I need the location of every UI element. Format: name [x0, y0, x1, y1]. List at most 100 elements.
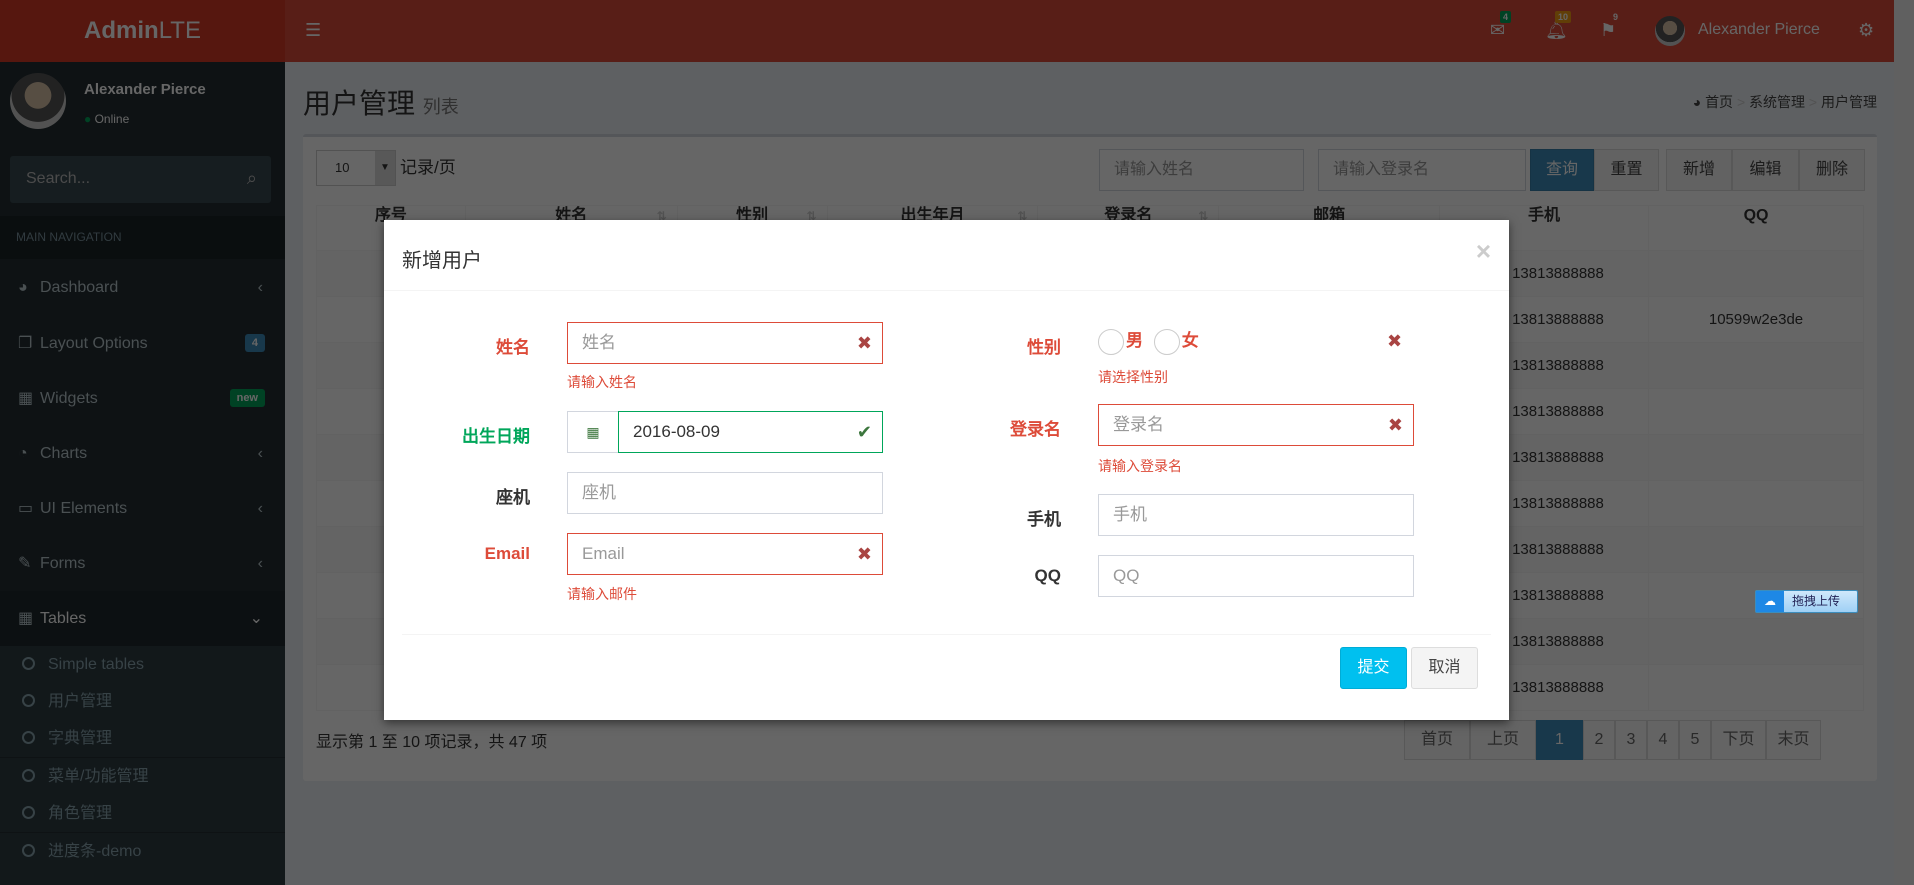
logo[interactable]: AdminLTE: [0, 0, 285, 62]
male-label[interactable]: 男: [1126, 331, 1143, 350]
placeholder: Email: [582, 544, 625, 563]
top-navbar: AdminLTE ☰ ✉ 4 🔔︎ 10 ⚑ 9 Alexander Pierce ⚙: [0, 0, 1894, 62]
breadcrumb: ◕ 首页 > 系统管理 > 用户管理: [1692, 94, 1877, 110]
nav-label: Widgets: [40, 390, 98, 407]
submit-button[interactable]: 提交: [1340, 647, 1407, 689]
subnav-menu-management[interactable]: 菜单/功能管理: [0, 758, 285, 795]
page-link[interactable]: 上页: [1470, 720, 1536, 760]
subnav-label: 菜单/功能管理: [48, 768, 149, 785]
page-size-select[interactable]: 10 ▼: [316, 150, 396, 186]
chevron-left-icon: ‹: [257, 279, 263, 296]
scrollbar[interactable]: [1894, 0, 1914, 885]
breadcrumb-system[interactable]: 系统管理: [1749, 94, 1805, 110]
user-avatar[interactable]: [1655, 16, 1685, 46]
email-error: 请输入邮件: [567, 586, 637, 602]
male-radio[interactable]: [1098, 328, 1124, 355]
female-label[interactable]: 女: [1182, 331, 1199, 350]
bell-icon[interactable]: 🔔︎ 10: [1545, 11, 1572, 41]
birth-date-input[interactable]: 2016-08-09 ✔: [618, 411, 883, 453]
email-input[interactable]: Email ✖: [567, 533, 883, 575]
mobile-label: 手机: [1027, 510, 1061, 529]
page-link[interactable]: 2: [1583, 720, 1615, 760]
drag-upload-widget[interactable]: ☁ 拖拽上传: [1755, 590, 1858, 613]
cloud-upload-icon: ☁: [1756, 591, 1784, 612]
subnav-progress-demo[interactable]: 进度条-demo: [0, 833, 285, 885]
page-link[interactable]: 下页: [1711, 720, 1766, 760]
circle-icon: [22, 844, 35, 857]
files-icon: ❐: [18, 335, 33, 352]
nav-ui-elements[interactable]: ▭ UI Elements ‹: [0, 481, 285, 536]
status-text: Online: [94, 112, 130, 126]
gender-radio-group: 男 女: [1098, 326, 1199, 355]
login-input[interactable]: 登录名 ✖: [1098, 404, 1414, 446]
page-size-label: 记录/页: [400, 158, 456, 177]
tel-input[interactable]: 座机: [567, 472, 883, 514]
nav-forms[interactable]: ✎ Forms ‹: [0, 536, 285, 591]
page-link[interactable]: 末页: [1766, 720, 1821, 760]
flag-icon[interactable]: ⚑ 9: [1600, 11, 1622, 41]
sidebar-search[interactable]: Search... ⌕: [10, 156, 271, 203]
name-label: 姓名: [496, 338, 530, 357]
close-icon[interactable]: ×: [1476, 236, 1491, 267]
cancel-button[interactable]: 取消: [1411, 647, 1478, 689]
nav-label: Dashboard: [40, 279, 119, 296]
page-link[interactable]: 3: [1615, 720, 1647, 760]
check-icon: ✔: [856, 422, 872, 442]
reset-button[interactable]: 重置: [1594, 149, 1659, 191]
login-search-input[interactable]: 请输入登录名: [1318, 149, 1526, 191]
gender-label: 性别: [1027, 338, 1061, 357]
delete-button[interactable]: 删除: [1799, 149, 1865, 191]
birth-label: 出生日期: [462, 427, 530, 446]
name-search-input[interactable]: 请输入姓名: [1099, 149, 1304, 191]
breadcrumb-current: 用户管理: [1821, 94, 1877, 110]
qq-label: QQ: [1034, 566, 1061, 585]
gears-icon[interactable]: ⚙: [1858, 20, 1874, 41]
table-cell: [1648, 434, 1864, 481]
placeholder: 登录名: [1113, 415, 1164, 434]
user-status: ● Online: [84, 112, 129, 126]
search-input[interactable]: Search...: [26, 170, 90, 188]
nav-widgets[interactable]: ▦ Widgets new: [0, 371, 285, 426]
search-icon[interactable]: ⌕: [247, 168, 257, 189]
th-icon: ▦: [18, 390, 34, 407]
notifications-badge: 10: [1555, 11, 1572, 23]
table-cell: [1648, 250, 1864, 297]
login-label: 登录名: [1010, 420, 1061, 439]
sidebar-toggle-icon[interactable]: ☰: [305, 20, 321, 41]
query-button[interactable]: 查询: [1530, 149, 1594, 191]
qq-input[interactable]: QQ: [1098, 555, 1414, 597]
tel-label: 座机: [496, 488, 530, 507]
nav-layout-options[interactable]: ❐ Layout Options 4: [0, 316, 285, 371]
value: 2016-08-09: [633, 422, 720, 441]
email-label: Email: [484, 544, 530, 563]
edit-button[interactable]: 编辑: [1732, 149, 1799, 191]
error-x-icon: ✖: [1387, 331, 1403, 351]
page-link[interactable]: 1: [1536, 720, 1583, 760]
messages-icon[interactable]: ✉ 4: [1490, 11, 1512, 41]
subnav-user-management[interactable]: 用户管理: [0, 683, 285, 720]
nav-dashboard[interactable]: ◕ Dashboard ‹: [0, 260, 285, 315]
messages-badge: 4: [1500, 11, 1512, 23]
breadcrumb-home[interactable]: 首页: [1705, 94, 1733, 110]
page-title: 用户管理 列表: [303, 82, 459, 122]
subnav-dictionary[interactable]: 字典管理: [0, 720, 285, 757]
subnav-simple-tables[interactable]: Simple tables: [0, 646, 285, 683]
nav-badge: 4: [244, 334, 265, 352]
page-link[interactable]: 4: [1647, 720, 1679, 760]
modal-header-divider: [384, 290, 1509, 291]
nav-tables[interactable]: ▦ Tables ⌄: [0, 591, 285, 646]
user-menu[interactable]: Alexander Pierce: [1698, 21, 1820, 39]
page-link[interactable]: 5: [1679, 720, 1711, 760]
name-error: 请输入姓名: [567, 374, 637, 390]
calendar-icon[interactable]: ▦: [567, 411, 619, 453]
female-radio[interactable]: [1153, 328, 1180, 355]
subnav-role-management[interactable]: 角色管理: [0, 795, 285, 832]
nav-badge: new: [229, 389, 265, 407]
add-button[interactable]: 新增: [1666, 149, 1732, 191]
circle-icon: [22, 731, 35, 744]
add-user-modal: 新增用户 × 姓名 姓名 ✖ 请输入姓名 出生日期 ▦ 2016-08-09 ✔ 座…: [384, 220, 1509, 720]
name-input[interactable]: 姓名 ✖: [567, 322, 883, 364]
page-link[interactable]: 首页: [1404, 720, 1470, 760]
nav-charts[interactable]: ◔ Charts ‹: [0, 426, 285, 481]
mobile-input[interactable]: 手机: [1098, 494, 1414, 536]
